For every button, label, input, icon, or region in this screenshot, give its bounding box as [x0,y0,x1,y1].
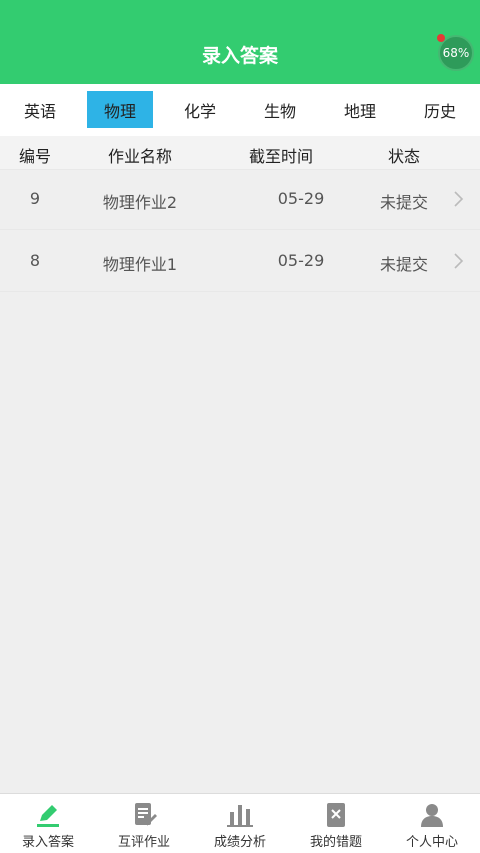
pencil-icon [37,805,59,827]
chevron-right-icon [454,253,464,269]
document-edit-icon [135,803,157,826]
nav-label: 互评作业 [117,835,170,850]
row-id: 9 [29,189,41,208]
nav-enter-answers[interactable]: 录入答案 [0,794,96,853]
bar-chart-icon [227,805,253,827]
nav-label: 我的错题 [309,835,362,850]
tab-physics[interactable]: 物理 [87,91,153,128]
row-name: 物理作业1 [102,255,178,274]
table-header: 编号 作业名称 截至时间 状态 [0,136,480,170]
tab-geography[interactable]: 地理 [327,91,393,128]
battery-level: 68% [442,46,470,60]
tab-biology[interactable]: 生物 [247,91,313,128]
bottom-navigation: 录入答案 互评作业 成绩分析 我的错题 个人中心 [0,793,480,853]
nav-peer-review[interactable]: 互评作业 [96,794,192,853]
subject-tabs: 英语 物理 化学 生物 地理 历史 [0,84,480,136]
column-header-deadline: 截至时间 [248,147,314,166]
row-id: 8 [29,251,41,270]
tab-history[interactable]: 历史 [407,91,473,128]
person-icon [421,804,443,827]
table-row[interactable]: 9 物理作业2 05-29 未提交 [0,170,480,230]
tab-chemistry[interactable]: 化学 [167,91,233,128]
notification-dot [437,34,445,42]
row-name: 物理作业2 [102,193,178,212]
column-header-id: 编号 [18,147,52,166]
nav-label: 录入答案 [21,835,74,850]
row-status: 未提交 [379,255,429,274]
column-header-name: 作业名称 [107,147,173,166]
chevron-right-icon [454,191,464,207]
nav-label: 个人中心 [405,835,458,850]
tab-english[interactable]: 英语 [7,91,73,128]
row-status: 未提交 [379,193,429,212]
nav-my-mistakes[interactable]: 我的错题 [288,794,384,853]
app-header: 录入答案 68% [0,0,480,84]
table-row[interactable]: 8 物理作业1 05-29 未提交 [0,232,480,292]
nav-personal-center[interactable]: 个人中心 [384,794,480,853]
error-book-icon [327,803,345,827]
battery-indicator[interactable]: 68% [437,34,474,71]
nav-score-analysis[interactable]: 成绩分析 [192,794,288,853]
row-deadline: 05-29 [277,189,325,208]
column-header-status: 状态 [387,147,421,166]
page-title: 录入答案 [201,45,278,67]
nav-label: 成绩分析 [213,835,266,850]
row-deadline: 05-29 [277,251,325,270]
